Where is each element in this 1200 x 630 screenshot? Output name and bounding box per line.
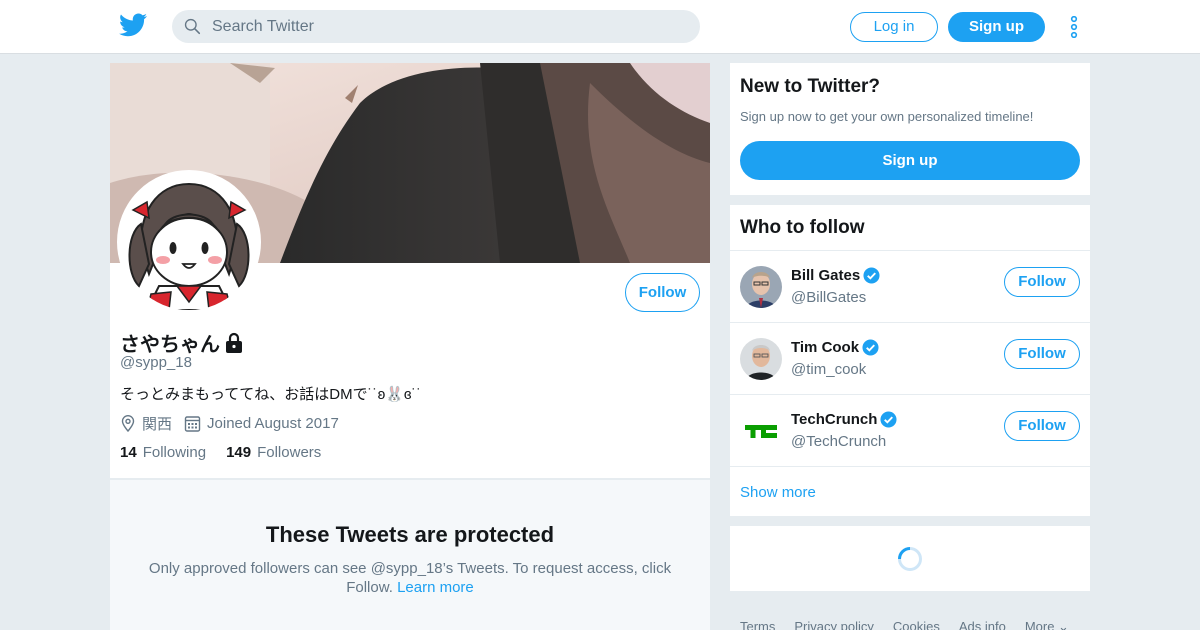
profile-handle: @sypp_18 — [120, 354, 192, 371]
who-to-follow-title: Who to follow — [740, 217, 865, 238]
profile-bio: そっとみまもっててね、お話はDMで˙˙ʚ🐰ɞ˙˙ — [120, 386, 422, 403]
learn-more-link[interactable]: Learn more — [397, 579, 474, 596]
twitter-bird-icon[interactable] — [119, 13, 147, 37]
login-button[interactable]: Log in — [850, 12, 938, 42]
calendar-icon — [184, 416, 201, 432]
follow-button[interactable]: Follow — [1004, 267, 1080, 297]
vertical-dots-icon[interactable] — [1066, 16, 1082, 38]
search-box[interactable] — [172, 10, 700, 43]
profile-location: 関西 — [142, 416, 173, 433]
new-to-twitter-title: New to Twitter? — [740, 76, 881, 97]
verified-badge-icon — [880, 411, 897, 428]
followers-label: Followers — [257, 444, 322, 461]
footer-ads-info-link[interactable]: Ads info — [959, 619, 1006, 630]
protected-title: These Tweets are protected — [265, 522, 555, 547]
profile-display-name: さやちゃん — [120, 334, 220, 356]
follow-button[interactable]: Follow — [625, 273, 700, 312]
profile-name: さやちゃん — [120, 328, 244, 357]
follow-button[interactable]: Follow — [1004, 411, 1080, 441]
show-more-link[interactable]: Show more — [740, 484, 816, 501]
profile-avatar[interactable] — [117, 170, 261, 314]
techcrunch-logo-icon — [740, 410, 782, 452]
location-pin-icon — [121, 415, 135, 432]
suggestion-handle: @TechCrunch — [791, 433, 887, 450]
footer-privacy-link[interactable]: Privacy policy — [794, 619, 873, 630]
suggestion-name[interactable]: Tim Cook — [791, 339, 879, 356]
suggestion-item-techcrunch[interactable]: TechCrunch @TechCrunch Follow — [730, 394, 1090, 466]
footer-links: Terms Privacy policy Cookies Ads info Mo… — [740, 619, 1088, 630]
footer-more-link[interactable]: More ⌄ — [1025, 619, 1069, 630]
profile-joined-date: Joined August 2017 — [207, 415, 339, 432]
suggestion-display-name: Tim Cook — [791, 339, 860, 356]
loading-module — [730, 526, 1090, 591]
followers-stat[interactable]: 149 Followers — [226, 444, 321, 461]
followers-count: 149 — [226, 444, 252, 461]
suggestion-display-name: Bill Gates — [791, 267, 861, 284]
new-to-twitter-module: New to Twitter? Sign up now to get your … — [730, 63, 1090, 195]
avatar[interactable] — [740, 410, 782, 452]
avatar-illustration — [121, 174, 257, 310]
suggestion-name[interactable]: TechCrunch — [791, 411, 897, 428]
verified-badge-icon — [863, 267, 880, 284]
suggestion-handle: @BillGates — [791, 289, 867, 306]
avatar[interactable] — [740, 338, 782, 380]
protected-description: Only approved followers can see @sypp_18… — [140, 559, 680, 597]
lock-icon — [226, 332, 242, 353]
loading-spinner-icon — [898, 547, 922, 571]
footer-cookies-link[interactable]: Cookies — [893, 619, 940, 630]
following-count: 14 — [120, 444, 137, 461]
following-label: Following — [142, 444, 207, 461]
suggestion-item-timcook[interactable]: Tim Cook @tim_cook Follow — [730, 322, 1090, 394]
suggestion-item-billgates[interactable]: Bill Gates @BillGates Follow — [730, 250, 1090, 322]
profile-card: Follow さやちゃん @sypp_18 そっとみまもっててね、お話はDMで˙… — [110, 63, 710, 478]
protected-tweets-notice: These Tweets are protected Only approved… — [110, 479, 710, 630]
following-stat[interactable]: 14 Following — [120, 444, 206, 461]
show-more-row[interactable]: Show more — [730, 466, 1090, 516]
profile-stats: 14 Following 149 Followers — [120, 444, 321, 461]
who-to-follow-module: Who to follow Bill Gates @BillGates Foll… — [730, 205, 1090, 516]
suggestion-display-name: TechCrunch — [791, 411, 878, 428]
avatar[interactable] — [740, 266, 782, 308]
footer-terms-link[interactable]: Terms — [740, 619, 775, 630]
search-input[interactable] — [212, 10, 682, 43]
suggestion-handle: @tim_cook — [791, 361, 867, 378]
new-to-twitter-subtitle: Sign up now to get your own personalized… — [740, 109, 1034, 124]
search-icon — [184, 18, 201, 35]
follow-button[interactable]: Follow — [1004, 339, 1080, 369]
profile-meta: 関西 Joined August 2017 — [120, 413, 339, 434]
signup-large-button[interactable]: Sign up — [740, 141, 1080, 180]
top-navigation-bar: Log in Sign up — [0, 0, 1200, 54]
suggestion-name[interactable]: Bill Gates — [791, 267, 880, 284]
verified-badge-icon — [862, 339, 879, 356]
signup-button[interactable]: Sign up — [948, 12, 1045, 42]
